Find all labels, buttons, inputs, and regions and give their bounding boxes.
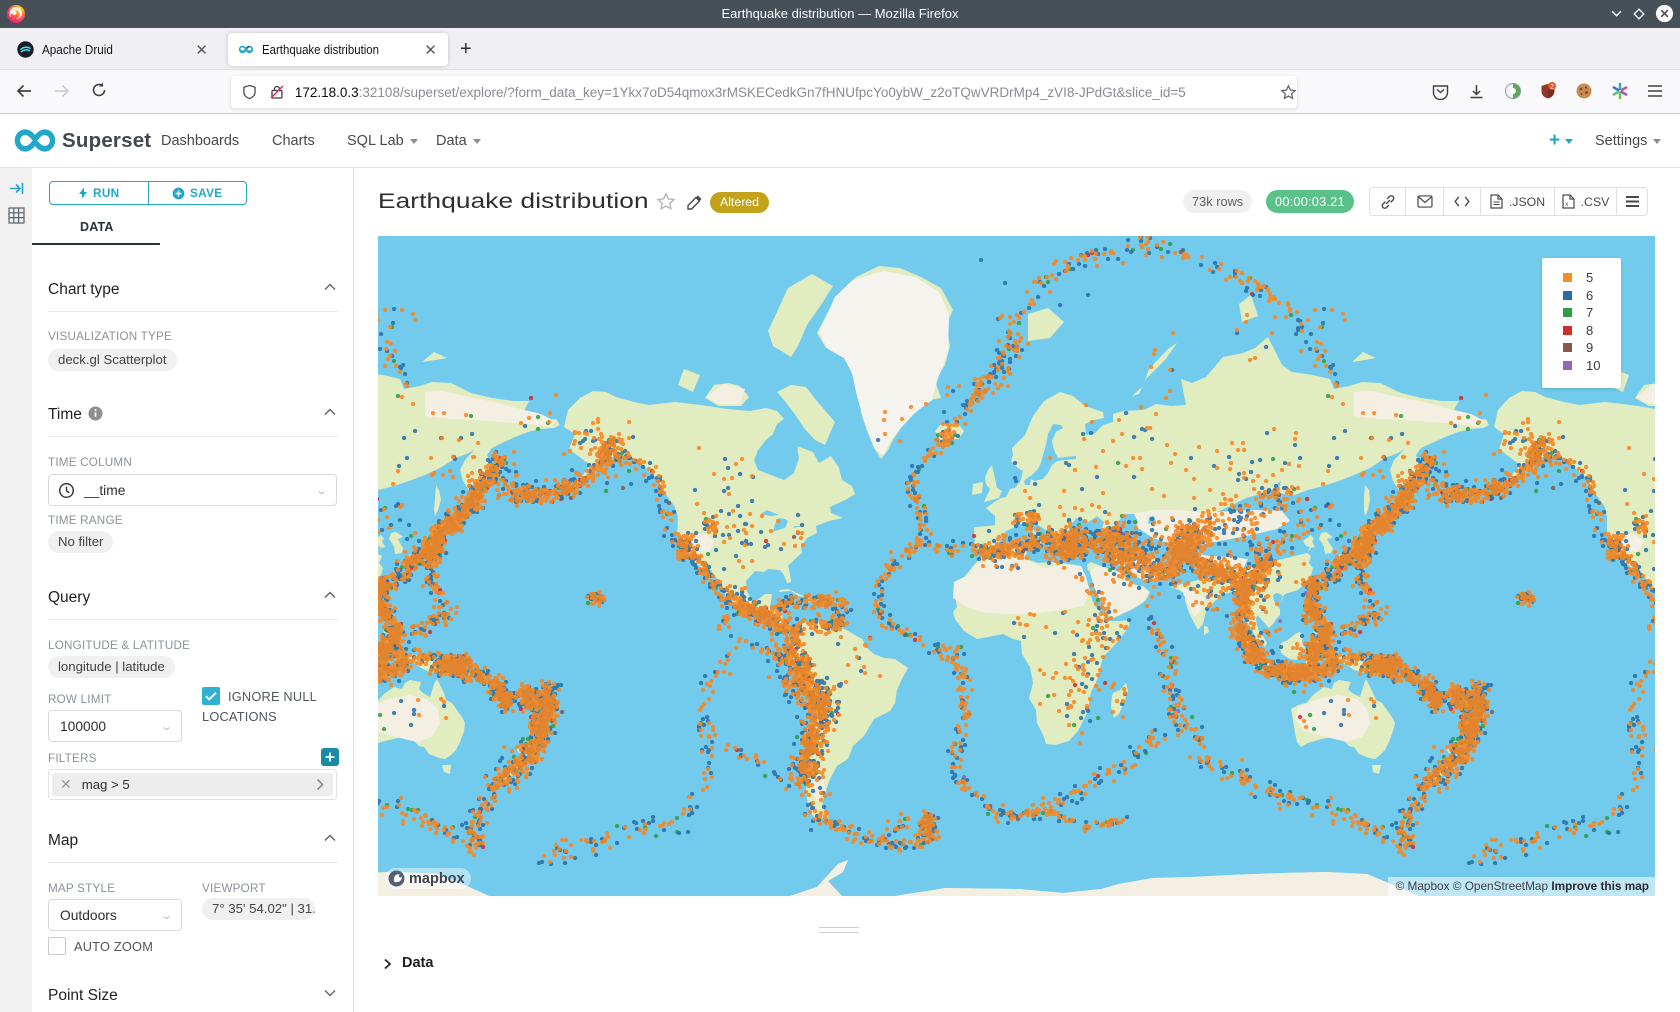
svg-text:x: x <box>1565 202 1568 208</box>
svg-text:2: 2 <box>1550 83 1554 90</box>
